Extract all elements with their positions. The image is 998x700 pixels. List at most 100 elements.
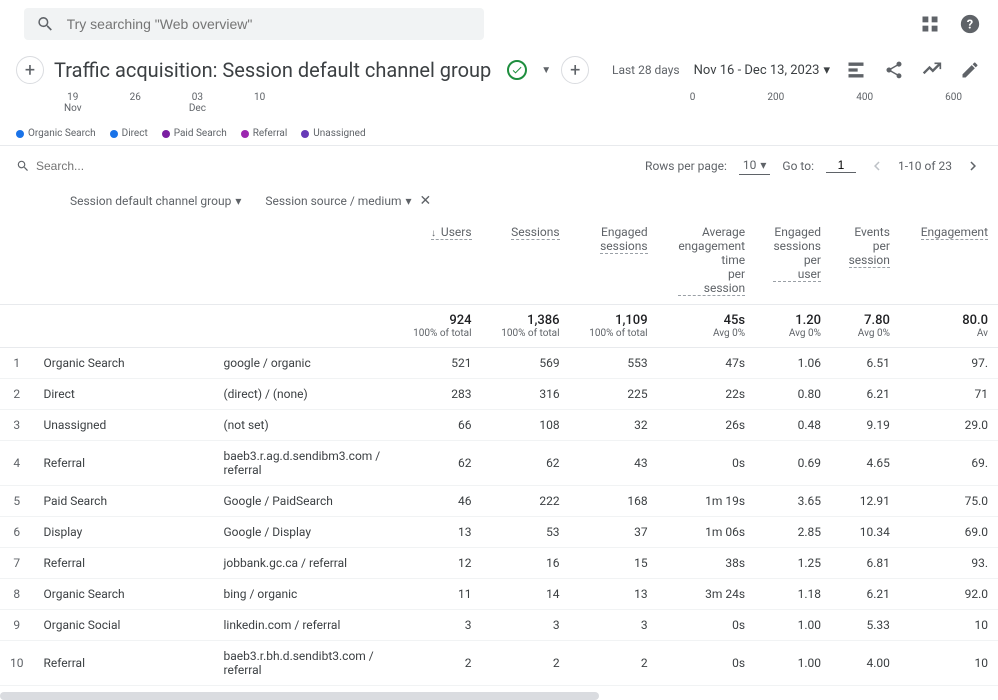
- metric-cell: 2: [394, 641, 482, 686]
- table-row[interactable]: 8Organic Searchbing / organic1114133m 24…: [0, 579, 998, 610]
- goto-input[interactable]: [826, 158, 856, 173]
- add-back-button[interactable]: +: [16, 56, 44, 84]
- table-row[interactable]: 10Referralbaeb3.r.bh.d.sendibt3.com / re…: [0, 641, 998, 686]
- dimension-cell: Organic Search: [34, 579, 214, 610]
- metric-cell: 1m 06s: [658, 517, 756, 548]
- secondary-dimension-select[interactable]: Session source / medium ▾ ✕: [265, 193, 431, 209]
- metric-cell: 553: [570, 348, 658, 379]
- x-tick: 10: [254, 92, 265, 114]
- share-icon[interactable]: [882, 58, 906, 82]
- source-cell: (direct) / (none): [214, 379, 394, 410]
- metric-cell: 38s: [658, 548, 756, 579]
- metric-cell: 53: [482, 517, 570, 548]
- source-cell: baeb3.r.ag.d.sendibm3.com / referral: [214, 441, 394, 486]
- chart-legend: Organic Search Direct Paid Search Referral U…: [0, 122, 998, 145]
- date-range-picker[interactable]: Nov 16 - Dec 13, 2023 ▾: [694, 63, 830, 78]
- search-input[interactable]: [67, 16, 472, 32]
- column-header[interactable]: Sessions: [482, 217, 570, 305]
- legend-dot-icon: [241, 130, 249, 138]
- dimension-cell: Display: [34, 517, 214, 548]
- metric-cell: 4.00: [831, 641, 900, 686]
- x-tick: 26: [130, 92, 141, 114]
- column-header[interactable]: Averageengagementtimepersession: [658, 217, 756, 305]
- rows-per-page-select[interactable]: 10 ▾: [739, 156, 771, 175]
- legend-item[interactable]: Paid Search: [162, 128, 227, 139]
- metric-cell: 69.: [900, 441, 998, 486]
- metric-cell: 66: [394, 410, 482, 441]
- y-tick: 0: [690, 92, 696, 114]
- total-cell: 1,386100% of total: [482, 305, 570, 348]
- search-icon: [16, 159, 30, 173]
- page-title: Traffic acquisition: Session default cha…: [54, 58, 491, 82]
- svg-text:?: ?: [967, 18, 973, 33]
- metric-cell: 1.06: [755, 348, 831, 379]
- search-icon: [36, 14, 55, 34]
- y-tick: 600: [945, 92, 962, 114]
- remove-dimension-button[interactable]: ✕: [420, 193, 432, 209]
- table-row[interactable]: 4Referralbaeb3.r.ag.d.sendibm3.com / ref…: [0, 441, 998, 486]
- dimension-cell: Organic Social: [34, 610, 214, 641]
- table-row[interactable]: 6DisplayGoogle / Display1353371m 06s2.85…: [0, 517, 998, 548]
- status-badge[interactable]: [507, 60, 527, 80]
- source-cell: baeb3.r.bh.d.sendibt3.com / referral: [214, 641, 394, 686]
- edit-icon[interactable]: [958, 58, 982, 82]
- dimension-cell: Organic Search: [34, 348, 214, 379]
- source-cell: bing / organic: [214, 579, 394, 610]
- global-search[interactable]: [24, 8, 484, 40]
- metric-cell: 15: [570, 548, 658, 579]
- table-row[interactable]: 1Organic Searchgoogle / organic521569553…: [0, 348, 998, 379]
- column-header[interactable]: ↓ Users: [394, 217, 482, 305]
- metric-cell: 13: [570, 579, 658, 610]
- primary-dimension-select[interactable]: Session default channel group ▾: [70, 193, 241, 209]
- metric-cell: 3m 24s: [658, 579, 756, 610]
- table-row[interactable]: 3Unassigned(not set)661083226s0.489.1929…: [0, 410, 998, 441]
- add-segment-button[interactable]: +: [561, 56, 589, 84]
- metric-cell: 222: [482, 486, 570, 517]
- source-cell: (not set): [214, 410, 394, 441]
- total-cell: 1,109100% of total: [570, 305, 658, 348]
- insights-icon[interactable]: [920, 58, 944, 82]
- metric-cell: 6.81: [831, 548, 900, 579]
- next-page-button[interactable]: [964, 157, 982, 175]
- metric-cell: 43: [570, 441, 658, 486]
- title-dropdown[interactable]: ▼: [541, 65, 551, 76]
- metric-cell: 316: [482, 379, 570, 410]
- table-search-input[interactable]: [36, 159, 156, 173]
- metric-cell: 37: [570, 517, 658, 548]
- column-header[interactable]: Engagedsessionsperuser: [755, 217, 831, 305]
- metric-cell: 29.0: [900, 410, 998, 441]
- column-header[interactable]: Engagement: [900, 217, 998, 305]
- table-row[interactable]: 5Paid SearchGoogle / PaidSearch462221681…: [0, 486, 998, 517]
- table-row[interactable]: 2Direct(direct) / (none)28331622522s0.80…: [0, 379, 998, 410]
- horizontal-scrollbar[interactable]: [0, 692, 599, 700]
- y-tick: 200: [767, 92, 784, 114]
- metric-cell: 3: [482, 610, 570, 641]
- customize-report-icon[interactable]: [844, 58, 868, 82]
- metric-cell: 47s: [658, 348, 756, 379]
- legend-item[interactable]: Organic Search: [16, 128, 96, 139]
- metric-cell: 14: [482, 579, 570, 610]
- table-row[interactable]: 9Organic Sociallinkedin.com / referral33…: [0, 610, 998, 641]
- metric-cell: 283: [394, 379, 482, 410]
- metric-cell: 46: [394, 486, 482, 517]
- table-row[interactable]: 7Referraljobbank.gc.ca / referral1216153…: [0, 548, 998, 579]
- metric-cell: 10: [900, 610, 998, 641]
- help-icon[interactable]: ?: [958, 12, 982, 36]
- prev-page-button[interactable]: [868, 157, 886, 175]
- source-cell: linkedin.com / referral: [214, 610, 394, 641]
- apps-icon[interactable]: [918, 12, 942, 36]
- metric-cell: 11: [394, 579, 482, 610]
- column-header[interactable]: Eventspersession: [831, 217, 900, 305]
- legend-item[interactable]: Unassigned: [301, 128, 365, 139]
- metric-cell: 0s: [658, 441, 756, 486]
- column-header[interactable]: Engagedsessions: [570, 217, 658, 305]
- legend-item[interactable]: Direct: [110, 128, 148, 139]
- metric-cell: 75.0: [900, 486, 998, 517]
- metric-cell: 69.0: [900, 517, 998, 548]
- y-tick: 400: [856, 92, 873, 114]
- metric-cell: 62: [482, 441, 570, 486]
- date-label: Last 28 days: [612, 63, 680, 77]
- legend-item[interactable]: Referral: [241, 128, 288, 139]
- source-cell: google / organic: [214, 348, 394, 379]
- dimension-cell: Unassigned: [34, 410, 214, 441]
